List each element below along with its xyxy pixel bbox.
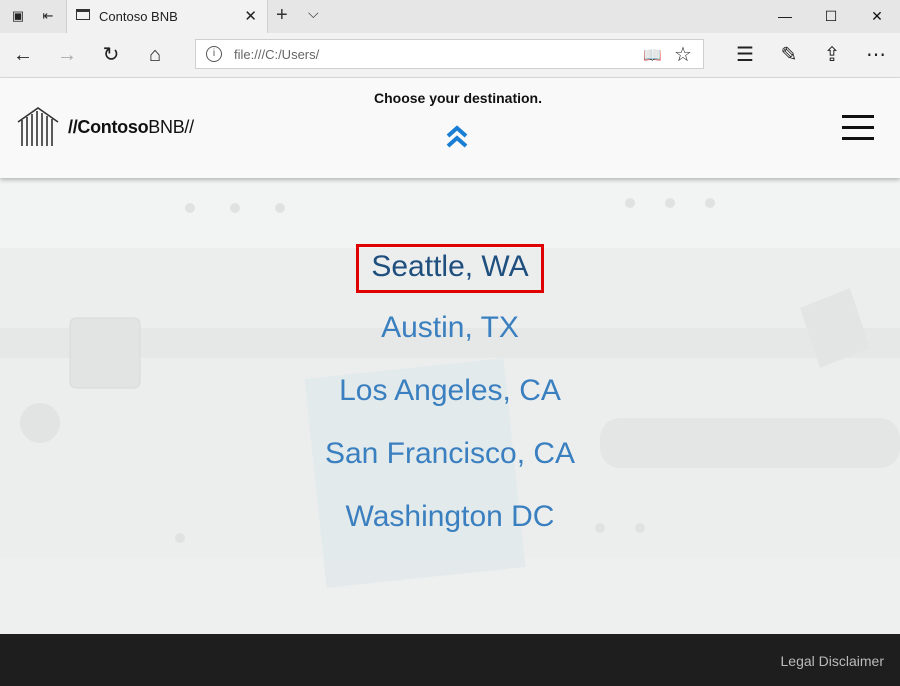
destination-list: Seattle, WA Austin, TX Los Angeles, CA S…	[0, 244, 900, 559]
destination-panel: Seattle, WA Austin, TX Los Angeles, CA S…	[0, 178, 900, 634]
tab-actions-icon[interactable]: ▣	[10, 8, 26, 24]
destination-washington-dc[interactable]: Washington DC	[334, 496, 567, 538]
site-footer: Legal Disclaimer	[0, 634, 900, 686]
chevron-down-icon[interactable]: ⌵	[308, 5, 319, 22]
address-text[interactable]: file:///C:/Users/	[234, 47, 319, 62]
site-header: //ContosoBNB// Choose your destination.	[0, 78, 900, 178]
page-icon	[76, 9, 90, 20]
hamburger-menu-icon[interactable]	[842, 115, 874, 141]
title-bar: ▣ ⇤ Contoso BNB ✕ + ⌵ — ☐ ✕	[0, 0, 900, 34]
close-icon[interactable]: ✕	[854, 0, 900, 33]
minimize-icon[interactable]: —	[762, 0, 808, 33]
contoso-logo-icon[interactable]	[16, 104, 60, 148]
set-tabs-aside-icon[interactable]: ⇤	[40, 8, 56, 24]
logo-text[interactable]: //ContosoBNB//	[68, 117, 194, 138]
more-icon[interactable]: ⋯	[862, 41, 890, 69]
reading-view-icon[interactable]: 📖	[643, 46, 662, 64]
destination-los-angeles[interactable]: Los Angeles, CA	[327, 370, 573, 412]
destination-san-francisco[interactable]: San Francisco, CA	[313, 433, 587, 475]
home-icon[interactable]: ⌂	[141, 41, 169, 69]
forward-icon[interactable]: →	[53, 41, 81, 69]
double-chevron-up-icon[interactable]	[446, 124, 468, 150]
address-bar[interactable]: i file:///C:/Users/ 📖 ☆	[195, 39, 704, 69]
tab-title: Contoso BNB	[99, 9, 178, 24]
legal-disclaimer-link[interactable]: Legal Disclaimer	[781, 653, 884, 669]
share-icon[interactable]: ⇪	[818, 41, 846, 69]
refresh-icon[interactable]: ↻	[97, 41, 125, 69]
destination-austin[interactable]: Austin, TX	[369, 307, 531, 349]
new-tab-icon[interactable]: +	[276, 4, 288, 27]
favorite-star-icon[interactable]: ☆	[674, 42, 692, 67]
maximize-icon[interactable]: ☐	[808, 0, 854, 33]
header-prompt: Choose your destination.	[373, 90, 542, 106]
destination-seattle[interactable]: Seattle, WA	[356, 244, 544, 293]
favorites-icon[interactable]: ☰	[731, 41, 759, 69]
close-tab-icon[interactable]: ✕	[244, 7, 257, 25]
navigation-bar: ← → ↻ ⌂ i file:///C:/Users/ 📖 ☆ ☰ ✎ ⇪ ⋯	[0, 33, 900, 78]
pen-icon[interactable]: ✎	[775, 41, 803, 69]
back-icon[interactable]: ←	[9, 41, 37, 69]
info-icon[interactable]: i	[206, 46, 222, 62]
browser-tab[interactable]: Contoso BNB ✕	[66, 0, 268, 33]
